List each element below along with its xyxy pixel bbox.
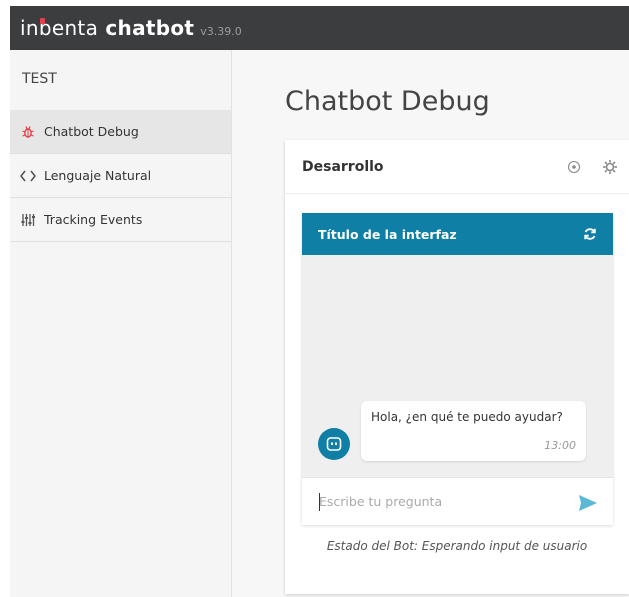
chat-question-input[interactable]: [319, 494, 559, 509]
bot-status: Estado del Bot: Esperando input de usuar…: [326, 539, 588, 553]
app-version: v3.39.0: [200, 24, 242, 38]
sliders-icon: [18, 213, 38, 227]
code-icon: [18, 170, 38, 182]
bot-message-time: 13:00: [544, 439, 576, 452]
bot-avatar: [318, 428, 350, 460]
logo-text-b: b: [38, 16, 52, 40]
bug-icon: [18, 125, 38, 139]
text-caret: [319, 493, 320, 511]
page-title: Chatbot Debug: [285, 86, 490, 117]
logo-text-in: in: [20, 16, 39, 40]
card-title: Desarrollo: [302, 158, 384, 175]
sidebar-item-tracking-events[interactable]: Tracking Events: [10, 198, 231, 242]
sidebar-item-label: Chatbot Debug: [44, 124, 139, 139]
main-content: Chatbot Debug Desarrollo Título de la in…: [232, 50, 629, 597]
chat-header: Título de la interfaz: [302, 213, 613, 255]
sidebar-item-label: Tracking Events: [44, 212, 143, 227]
sidebar-item-lenguaje-natural[interactable]: Lenguaje Natural: [10, 154, 231, 198]
logo-text-enta: enta: [51, 16, 99, 40]
sidebar: TEST Chatbot Debug Lenguaje Natural Trac…: [10, 50, 232, 597]
debug-card: Desarrollo Título de la interfaz Hola, ¿…: [285, 140, 629, 594]
sidebar-title: TEST: [22, 71, 57, 87]
sidebar-item-chatbot-debug[interactable]: Chatbot Debug: [10, 110, 231, 154]
sidebar-item-label: Lenguaje Natural: [44, 168, 152, 183]
chat-input-bar: [302, 477, 613, 525]
logo-text-chatbot: chatbot: [98, 16, 195, 40]
send-icon[interactable]: [577, 492, 599, 514]
bot-message-text: Hola, ¿en qué te puedo ayudar?: [371, 410, 563, 424]
top-bar: in benta chatbot v3.39.0: [10, 6, 629, 50]
logo-dot: [39, 18, 45, 24]
bot-message-bubble: Hola, ¿en qué te puedo ayudar? 13:00: [361, 401, 586, 461]
refresh-icon[interactable]: [581, 225, 599, 243]
chat-window: Título de la interfaz Hola, ¿en qué te p…: [302, 213, 613, 525]
chat-header-title: Título de la interfaz: [318, 226, 457, 242]
gear-icon[interactable]: [601, 158, 619, 176]
card-actions: [565, 158, 619, 176]
bot-face-icon: [326, 437, 342, 451]
eye-icon[interactable]: [565, 158, 583, 176]
app-logo[interactable]: in benta chatbot: [20, 16, 194, 40]
